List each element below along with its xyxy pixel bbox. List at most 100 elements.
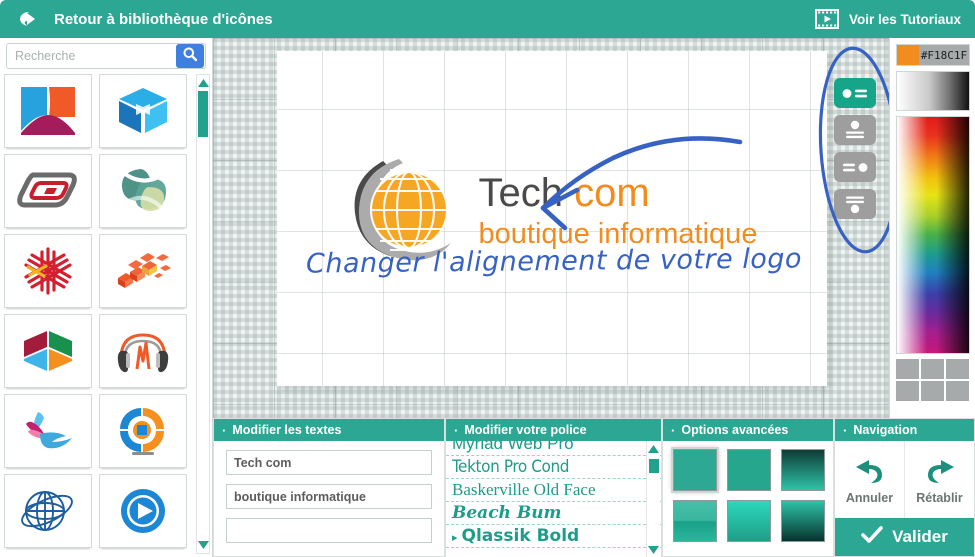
icon-library-panel bbox=[0, 38, 213, 557]
undo-label: Annuler bbox=[845, 490, 894, 505]
bullet-icon: · bbox=[454, 422, 459, 438]
search-button[interactable] bbox=[176, 44, 204, 68]
panel-advanced-options-header: · Options avancées bbox=[663, 419, 833, 441]
icon-abstract-shield[interactable] bbox=[4, 74, 92, 148]
font-list-item-selected[interactable]: ▸ Qlassik Bold bbox=[446, 525, 661, 548]
logo-workspace[interactable]: Tech com boutique informatique Changer l… bbox=[213, 38, 889, 418]
library-scrollbar[interactable] bbox=[196, 74, 210, 554]
font-list[interactable]: Myriad Web Pro Tekton Pro Cond Baskervil… bbox=[446, 441, 661, 557]
panel-edit-font: · Modifier votre police Myriad Web Pro T… bbox=[445, 418, 662, 557]
logo-text-line-1[interactable] bbox=[226, 450, 432, 475]
triangle-down-icon[interactable] bbox=[647, 543, 660, 557]
logo-editor-app: Retour à bibliothèque d'icônes Voir les … bbox=[0, 0, 975, 557]
logo-title-part2: com bbox=[574, 171, 650, 215]
style-swatch-grid bbox=[663, 441, 833, 542]
font-list-item[interactable]: Beach Bum bbox=[446, 502, 661, 525]
triangle-up-icon[interactable] bbox=[197, 76, 209, 90]
font-list-item[interactable]: Baskerville Old Face bbox=[446, 479, 661, 502]
color-picker-panel: #F18C1F bbox=[889, 38, 975, 418]
icon-orange-blocks[interactable] bbox=[99, 234, 187, 308]
swatch-4[interactable] bbox=[896, 381, 919, 401]
alignment-toolbar bbox=[834, 78, 884, 226]
swatch-5[interactable] bbox=[921, 381, 944, 401]
logo-text-line-2[interactable] bbox=[226, 484, 432, 509]
logo-canvas[interactable]: Tech com boutique informatique Changer l… bbox=[277, 51, 827, 386]
panel-advanced-options: · Options avancées bbox=[662, 418, 834, 557]
panel-edit-texts-header: · Modifier les textes bbox=[214, 419, 444, 441]
style-teal-to-dark[interactable] bbox=[781, 500, 825, 542]
bullet-icon: · bbox=[843, 422, 848, 438]
caret-right-icon: ▸ bbox=[452, 531, 458, 544]
value-layer bbox=[897, 117, 969, 353]
library-scrollbar-thumb[interactable] bbox=[198, 91, 208, 137]
icon-blue-globe[interactable] bbox=[4, 474, 92, 548]
undo-arrow-icon bbox=[851, 456, 889, 489]
icon-red-snowflake[interactable] bbox=[4, 234, 92, 308]
align-icon-top-centered[interactable] bbox=[834, 115, 876, 145]
triangle-up-icon[interactable] bbox=[647, 442, 660, 456]
swatch-3[interactable] bbox=[946, 359, 969, 379]
style-bright-teal[interactable] bbox=[727, 500, 771, 542]
film-play-icon bbox=[814, 9, 839, 29]
back-to-icon-library-button[interactable]: Retour à bibliothèque d'icônes bbox=[18, 0, 273, 38]
swatch-2[interactable] bbox=[921, 359, 944, 379]
validate-label: Valider bbox=[892, 527, 948, 546]
color-spectrum[interactable] bbox=[896, 116, 970, 354]
icon-pink-hummingbird[interactable] bbox=[4, 394, 92, 468]
logo-text-block: Tech com boutique informatique bbox=[479, 173, 758, 249]
panel-edit-texts: · Modifier les textes bbox=[213, 418, 445, 557]
font-list-item[interactable]: Myriad Web Pro bbox=[446, 441, 661, 456]
font-scrollbar-thumb[interactable] bbox=[649, 459, 659, 473]
panel-edit-font-header: · Modifier votre police bbox=[446, 419, 661, 441]
font-list-scrollbar[interactable] bbox=[646, 441, 660, 557]
bottom-toolbars: · Modifier les textes · Modifier votre p… bbox=[213, 418, 975, 557]
logo-title-part1: Tech bbox=[478, 171, 575, 215]
logo-title: Tech com bbox=[479, 173, 758, 213]
style-solid-teal[interactable] bbox=[727, 449, 771, 491]
logo-text-line-3[interactable] bbox=[226, 518, 432, 543]
style-split-teal[interactable] bbox=[673, 500, 717, 542]
redo-label: Rétablir bbox=[916, 490, 963, 505]
style-flat-teal[interactable] bbox=[671, 447, 719, 493]
bullet-icon: · bbox=[222, 422, 227, 438]
icon-orange-target[interactable] bbox=[99, 394, 187, 468]
font-list-item[interactable]: Tekton Pro Cond bbox=[446, 456, 661, 479]
redo-button[interactable]: Rétablir bbox=[904, 441, 974, 519]
current-color-row[interactable]: #F18C1F bbox=[896, 44, 970, 66]
current-color-swatch[interactable] bbox=[897, 45, 919, 65]
redo-arrow-icon bbox=[921, 456, 959, 489]
icon-blue-cube[interactable] bbox=[99, 74, 187, 148]
tutorials-label: Voir les Tutoriaux bbox=[848, 11, 961, 27]
back-label: Retour à bibliothèque d'icônes bbox=[54, 10, 273, 28]
align-text-left-icon-right[interactable] bbox=[834, 152, 876, 182]
icon-orange-headphones[interactable] bbox=[99, 314, 187, 388]
panel-edit-font-title: Modifier votre police bbox=[464, 423, 587, 437]
icon-color-hexagon[interactable] bbox=[4, 314, 92, 388]
icon-blue-play[interactable] bbox=[99, 474, 187, 548]
grayscale-ramp[interactable] bbox=[896, 71, 970, 111]
font-label: Qlassik Bold bbox=[461, 526, 580, 546]
panel-navigation-title: Navigation bbox=[853, 423, 918, 437]
hex-value-label: #F18C1F bbox=[920, 48, 968, 62]
swatch-6[interactable] bbox=[946, 381, 969, 401]
triangle-down-icon[interactable] bbox=[197, 538, 209, 552]
swatch-1[interactable] bbox=[896, 359, 919, 379]
view-tutorials-button[interactable]: Voir les Tutoriaux bbox=[814, 0, 961, 38]
icon-green-atom[interactable] bbox=[99, 154, 187, 228]
recent-swatches bbox=[896, 359, 970, 401]
undo-button[interactable]: Annuler bbox=[835, 441, 904, 519]
align-text-top-icon-bottom[interactable] bbox=[834, 189, 876, 219]
app-header: Retour à bibliothèque d'icônes Voir les … bbox=[0, 0, 975, 38]
search-bar bbox=[6, 43, 206, 69]
icon-red-loop[interactable] bbox=[4, 154, 92, 228]
search-input[interactable] bbox=[7, 44, 176, 68]
align-icon-left-text-right[interactable] bbox=[834, 78, 876, 108]
style-dark-to-teal[interactable] bbox=[781, 449, 825, 491]
panel-navigation-header: · Navigation bbox=[835, 419, 974, 441]
validate-button[interactable]: Valider bbox=[835, 518, 974, 556]
panel-navigation: · Navigation Annuler Rétablir Valider bbox=[834, 418, 975, 557]
bullet-icon: · bbox=[671, 422, 676, 438]
search-icon bbox=[182, 46, 198, 67]
check-icon bbox=[861, 525, 883, 549]
icon-grid bbox=[4, 74, 194, 548]
